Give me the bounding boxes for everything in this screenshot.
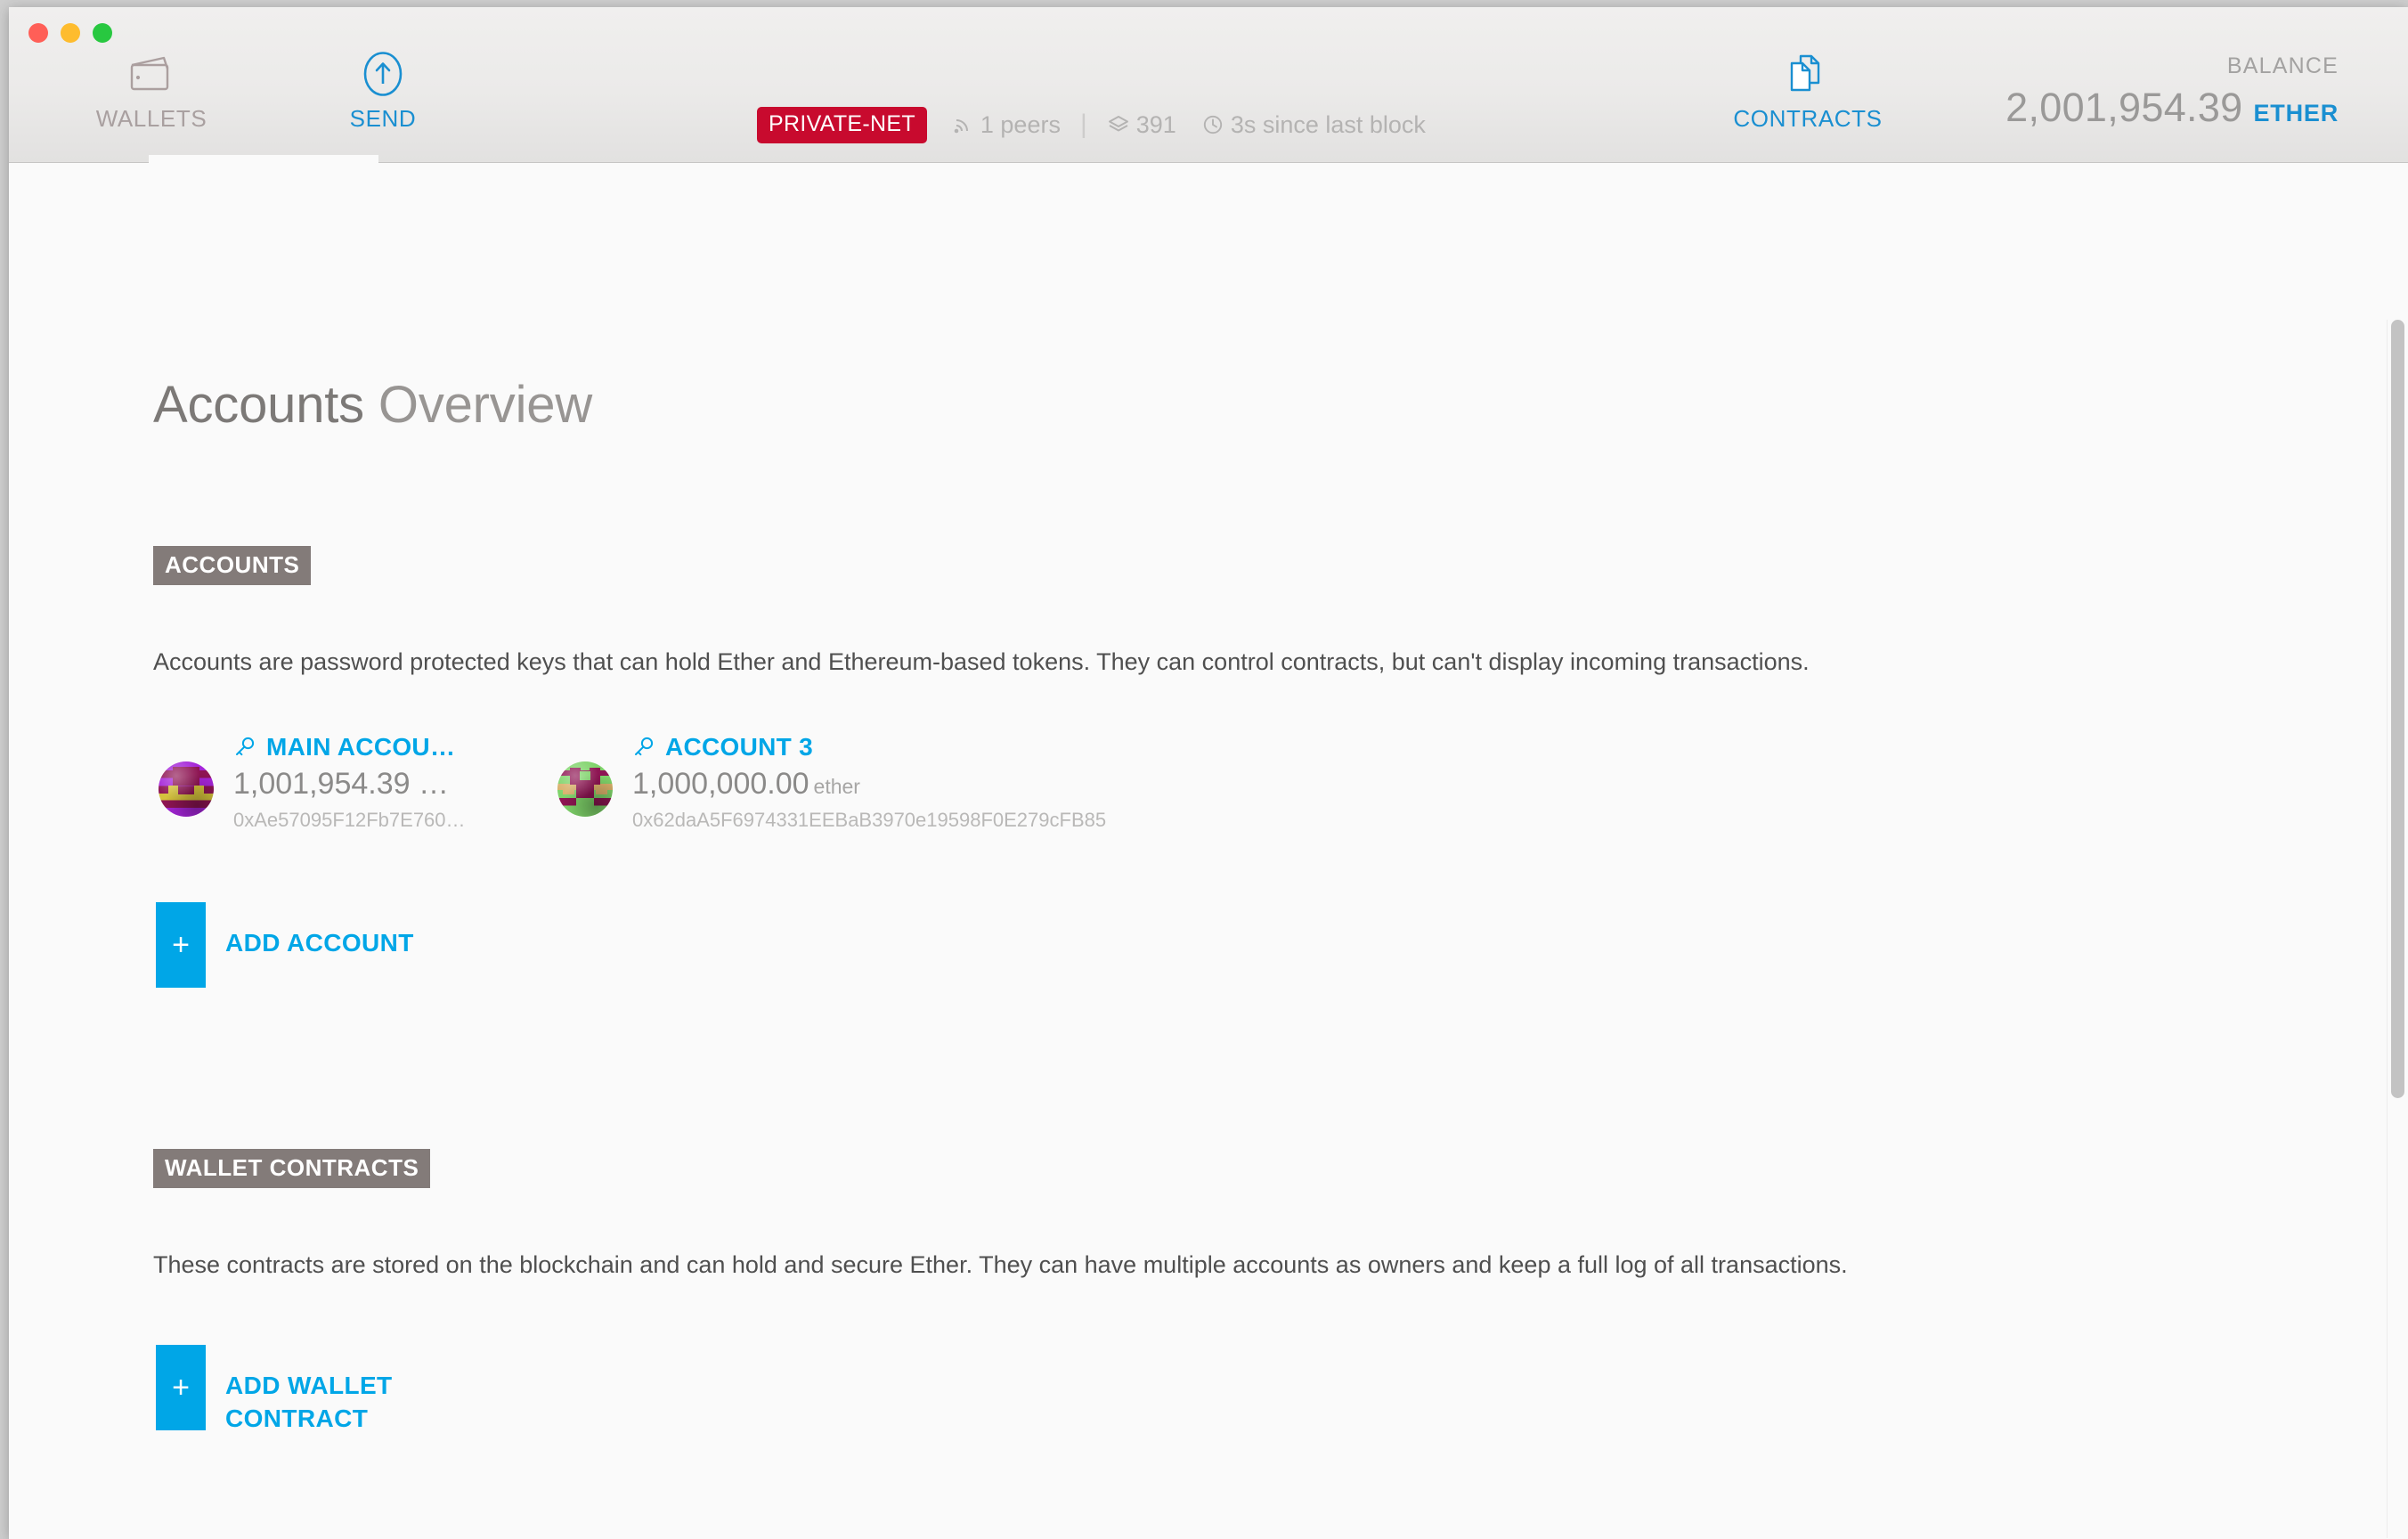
account-name: ACCOUNT 3 <box>665 733 814 761</box>
key-icon <box>632 736 655 759</box>
balance-value-row: 2,001,954.39 ETHER <box>2005 85 2339 131</box>
page-title: Accounts Overview <box>153 375 592 435</box>
plus-icon: + <box>156 1345 206 1430</box>
clock-icon <box>1201 113 1224 136</box>
signal-icon <box>951 113 974 136</box>
balance-label: BALANCE <box>2226 53 2339 78</box>
account-balance: 1,001,954.39 … <box>233 767 466 802</box>
avatar <box>159 761 214 817</box>
add-account-button[interactable]: + ADD ACCOUNT <box>156 902 414 988</box>
window-traffic-lights <box>28 23 112 43</box>
account-balance-amount: 1,001,954.39 … <box>233 767 449 801</box>
network-status-bar: PRIVATE-NET 1 peers | 391 3s since last … <box>757 103 1426 146</box>
block-number-label: 391 <box>1135 110 1176 138</box>
account-address: 0xAe57095F12Fb7E760… <box>233 809 466 831</box>
account-balance-unit: ether <box>813 775 860 798</box>
contracts-documents-icon <box>1692 46 1924 102</box>
tab-contracts[interactable]: CONTRACTS <box>1692 46 1924 133</box>
tab-wallets-label: WALLETS <box>95 105 207 132</box>
accounts-description: Accounts are password protected keys tha… <box>153 648 1810 675</box>
status-divider: | <box>1079 110 1087 139</box>
key-icon <box>233 736 256 759</box>
wallet-icon <box>36 46 267 102</box>
layers-icon <box>1107 113 1130 136</box>
section-badge-wallet-contracts: WALLET CONTRACTS <box>153 1149 431 1188</box>
tab-send[interactable]: SEND <box>267 46 499 133</box>
send-up-arrow-circle-icon <box>267 46 499 102</box>
vertical-scrollbar-thumb[interactable] <box>2391 320 2404 1098</box>
tab-wallets[interactable]: WALLETS <box>36 46 267 133</box>
peers-status: 1 peers <box>951 111 1061 139</box>
peers-count-label: 1 peers <box>980 110 1061 138</box>
balance-display: BALANCE 2,001,954.39 ETHER <box>2005 53 2339 131</box>
account-card[interactable]: ACCOUNT 3 1,000,000.00 ether 0x62daA5F697… <box>557 733 1106 832</box>
account-name: MAIN ACCOU… <box>266 733 456 761</box>
account-card[interactable]: MAIN ACCOU… 1,001,954.39 … 0xAe57095F12F… <box>159 733 466 832</box>
add-wallet-contract-button[interactable]: + ADD WALLET CONTRACT <box>156 1345 430 1436</box>
close-window-button[interactable] <box>28 23 48 43</box>
tab-send-label: SEND <box>349 105 417 132</box>
account-info: MAIN ACCOU… 1,001,954.39 … 0xAe57095F12F… <box>233 733 466 832</box>
main-content: Accounts Overview ACCOUNTS Accounts are … <box>9 163 2408 1538</box>
last-block-status: 3s since last block <box>1201 111 1426 139</box>
tab-contracts-label: CONTRACTS <box>1733 105 1883 132</box>
add-wallet-contract-label: ADD WALLET CONTRACT <box>225 1372 393 1432</box>
page-title-light: Overview <box>378 376 593 434</box>
maximize-window-button[interactable] <box>93 23 112 43</box>
minimize-window-button[interactable] <box>61 23 80 43</box>
wallet-contracts-description: These contracts are stored on the blockc… <box>153 1251 1848 1278</box>
balance-unit: ETHER <box>2253 100 2339 126</box>
add-account-label: ADD ACCOUNT <box>225 929 414 957</box>
network-badge[interactable]: PRIVATE-NET <box>757 106 927 143</box>
application-window: WALLETS SEND CONTRACTS PRIVATE-NET 1 pee… <box>9 7 2408 1539</box>
balance-amount: 2,001,954.39 <box>2005 85 2243 130</box>
account-balance: 1,000,000.00 ether <box>632 767 1106 802</box>
titlebar-toolbar: WALLETS SEND CONTRACTS PRIVATE-NET 1 pee… <box>9 7 2408 166</box>
plus-icon: + <box>156 902 206 988</box>
account-info: ACCOUNT 3 1,000,000.00 ether 0x62daA5F697… <box>632 733 1106 832</box>
blocks-status: 391 <box>1107 111 1176 139</box>
account-address: 0x62daA5F6974331EEBaB3970e19598F0E279cFB… <box>632 809 1107 831</box>
last-block-label: 3s since last block <box>1230 110 1426 138</box>
section-badge-accounts: ACCOUNTS <box>153 546 312 585</box>
avatar <box>557 761 613 817</box>
app-root: WALLETS SEND CONTRACTS PRIVATE-NET 1 pee… <box>0 0 2408 1539</box>
account-balance-amount: 1,000,000.00 <box>632 767 809 801</box>
page-title-strong: Accounts <box>153 376 364 434</box>
account-name-row[interactable]: ACCOUNT 3 <box>632 733 1106 761</box>
account-name-row[interactable]: MAIN ACCOU… <box>233 733 466 761</box>
